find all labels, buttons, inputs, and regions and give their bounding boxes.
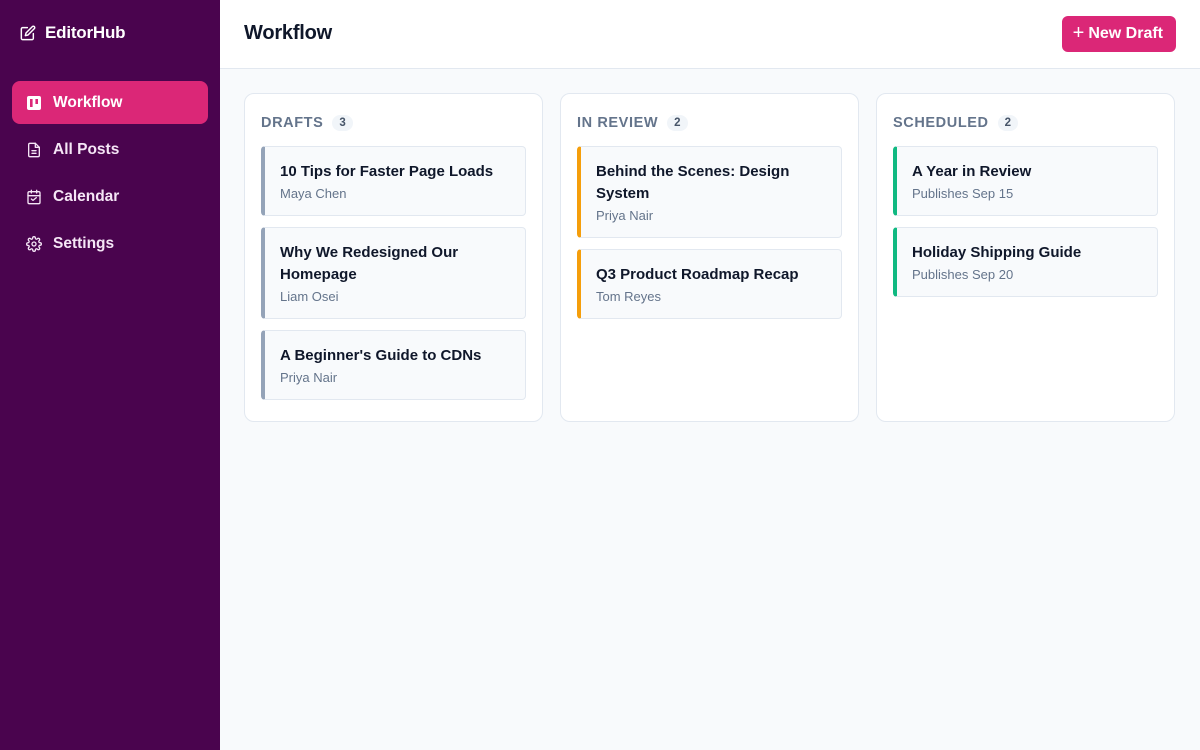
sidebar: EditorHub Workflow All Posts Calendar Se…: [0, 0, 220, 750]
post-card[interactable]: Q3 Product Roadmap Recap Tom Reyes: [577, 249, 842, 319]
card-title: Why We Redesigned Our Homepage: [280, 244, 459, 283]
column-drafts: DRAFTS 3 10 Tips for Faster Page Loads M…: [244, 93, 543, 422]
card-title: Behind the Scenes: Design System: [596, 163, 790, 202]
card-author: Liam Osei: [280, 289, 339, 304]
gear-icon: [26, 235, 42, 252]
sidebar-item-calendar[interactable]: Calendar: [12, 175, 208, 218]
card-author: Tom Reyes: [596, 289, 662, 304]
column-title: IN REVIEW: [577, 114, 659, 131]
sidebar-item-label: Calendar: [53, 187, 120, 205]
workflow-board: DRAFTS 3 10 Tips for Faster Page Loads M…: [244, 93, 1175, 422]
new-draft-label: New Draft: [1088, 25, 1163, 42]
post-card[interactable]: A Year in Review Publishes Sep 15: [893, 146, 1158, 216]
card-publish-date: Publishes Sep 20: [912, 267, 1014, 282]
column-count-badge: 2: [667, 114, 688, 131]
calendar-icon: [27, 189, 41, 204]
sidebar-item-workflow[interactable]: Workflow: [12, 81, 208, 124]
column-header: IN REVIEW 2: [577, 114, 842, 131]
brand-name: EditorHub: [45, 23, 126, 42]
card-title: A Beginner's Guide to CDNs: [280, 347, 482, 364]
card-author: Priya Nair: [280, 370, 338, 385]
edit-icon: [20, 25, 36, 41]
post-card[interactable]: Why We Redesigned Our Homepage Liam Osei: [261, 227, 526, 319]
sidebar-item-label: All Posts: [53, 140, 120, 158]
column-in-review: IN REVIEW 2 Behind the Scenes: Design Sy…: [560, 93, 859, 422]
sidebar-item-settings[interactable]: Settings: [12, 222, 208, 265]
column-scheduled: SCHEDULED 2 A Year in Review Publishes S…: [876, 93, 1175, 422]
sidebar-item-all-posts[interactable]: All Posts: [12, 128, 208, 171]
sidebar-item-label: Settings: [53, 234, 115, 252]
plus-icon: +: [1072, 22, 1085, 44]
column-title: DRAFTS: [261, 114, 324, 131]
post-card[interactable]: Behind the Scenes: Design System Priya N…: [577, 146, 842, 238]
card-publish-date: Publishes Sep 15: [912, 186, 1014, 201]
document-icon: [28, 142, 40, 157]
column-header: SCHEDULED 2: [893, 114, 1158, 131]
column-title: SCHEDULED: [893, 114, 989, 131]
card-author: Maya Chen: [280, 186, 347, 201]
post-card[interactable]: 10 Tips for Faster Page Loads Maya Chen: [261, 146, 526, 216]
page-title: Workflow: [244, 22, 333, 44]
card-title: Holiday Shipping Guide: [912, 244, 1082, 261]
top-bar: Workflow + New Draft: [220, 0, 1200, 69]
card-title: Q3 Product Roadmap Recap: [596, 266, 799, 283]
post-card[interactable]: Holiday Shipping Guide Publishes Sep 20: [893, 227, 1158, 297]
card-title: A Year in Review: [912, 163, 1032, 180]
sidebar-item-label: Workflow: [53, 93, 123, 111]
card-title: 10 Tips for Faster Page Loads: [280, 163, 494, 180]
new-draft-button[interactable]: + New Draft: [1061, 16, 1176, 52]
sidebar-nav: Workflow All Posts Calendar Settings: [12, 81, 208, 269]
card-author: Priya Nair: [596, 208, 654, 223]
kanban-icon: [27, 95, 41, 110]
column-count-badge: 3: [332, 114, 353, 131]
column-header: DRAFTS 3: [261, 114, 526, 131]
column-count-badge: 2: [997, 114, 1019, 131]
post-card[interactable]: A Beginner's Guide to CDNs Priya Nair: [261, 330, 526, 400]
brand[interactable]: EditorHub: [20, 23, 126, 43]
